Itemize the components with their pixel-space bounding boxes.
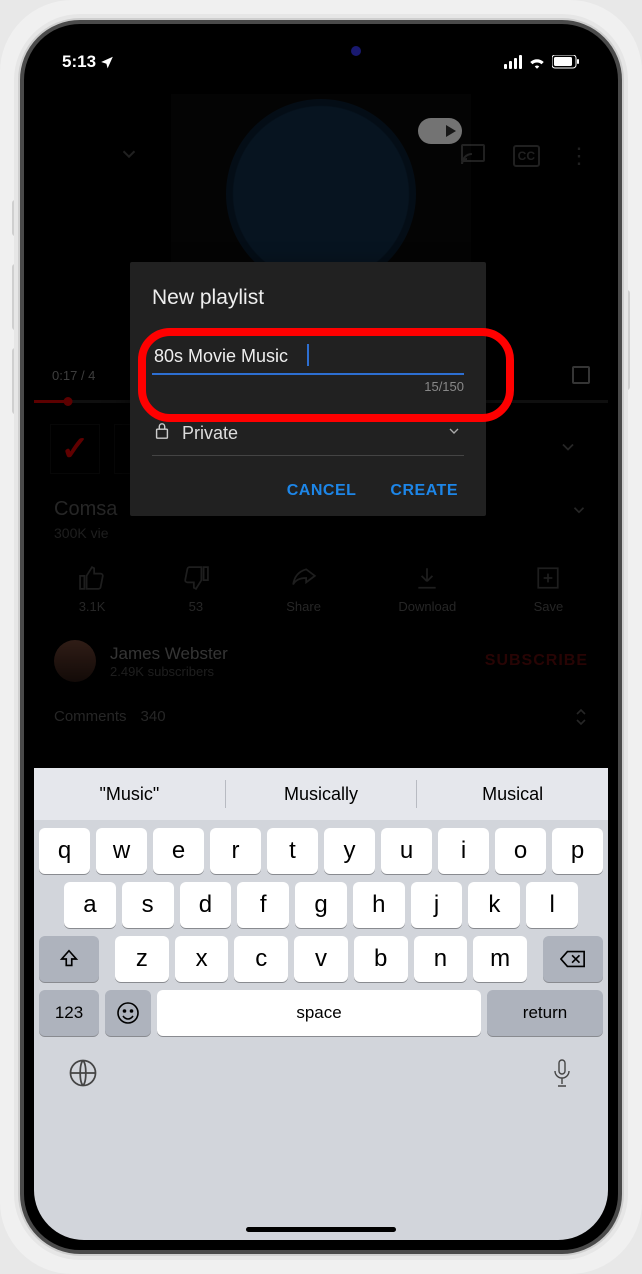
dictation-key[interactable] xyxy=(550,1058,574,1093)
key-k[interactable]: k xyxy=(468,882,520,928)
key-w[interactable]: w xyxy=(96,828,147,874)
key-i[interactable]: i xyxy=(438,828,489,874)
key-g[interactable]: g xyxy=(295,882,347,928)
key-d[interactable]: d xyxy=(180,882,232,928)
key-u[interactable]: u xyxy=(381,828,432,874)
battery-icon xyxy=(552,55,580,69)
key-n[interactable]: n xyxy=(414,936,468,982)
globe-key[interactable] xyxy=(68,1058,98,1093)
suggestion[interactable]: Musical xyxy=(417,784,608,805)
key-s[interactable]: s xyxy=(122,882,174,928)
keyboard: "Music" Musically Musical qwertyuiop asd… xyxy=(34,768,608,1240)
key-h[interactable]: h xyxy=(353,882,405,928)
cell-signal-icon xyxy=(504,55,522,69)
key-v[interactable]: v xyxy=(294,936,348,982)
backspace-key[interactable] xyxy=(543,936,603,982)
privacy-selector[interactable]: Private xyxy=(152,414,464,456)
suggestion[interactable]: Musically xyxy=(226,784,417,805)
numbers-key[interactable]: 123 xyxy=(39,990,99,1036)
key-j[interactable]: j xyxy=(411,882,463,928)
home-indicator[interactable] xyxy=(246,1227,396,1232)
wifi-icon xyxy=(528,55,546,69)
key-f[interactable]: f xyxy=(237,882,289,928)
character-counter: 15/150 xyxy=(152,379,464,394)
key-z[interactable]: z xyxy=(115,936,169,982)
lock-icon xyxy=(154,422,170,445)
dialog-title: New playlist xyxy=(152,286,464,310)
clock: 5:13 xyxy=(62,52,96,72)
key-c[interactable]: c xyxy=(234,936,288,982)
privacy-label: Private xyxy=(182,423,238,444)
return-key[interactable]: return xyxy=(487,990,603,1036)
text-cursor xyxy=(307,344,309,366)
key-e[interactable]: e xyxy=(153,828,204,874)
key-y[interactable]: y xyxy=(324,828,375,874)
shift-key[interactable] xyxy=(39,936,99,982)
key-a[interactable]: a xyxy=(64,882,116,928)
chevron-down-icon xyxy=(446,423,462,444)
space-key[interactable]: space xyxy=(157,990,481,1036)
key-m[interactable]: m xyxy=(473,936,527,982)
key-t[interactable]: t xyxy=(267,828,318,874)
suggestion[interactable]: "Music" xyxy=(34,784,225,805)
cancel-button[interactable]: CANCEL xyxy=(287,482,357,500)
key-x[interactable]: x xyxy=(175,936,229,982)
emoji-key[interactable] xyxy=(105,990,151,1036)
suggestion-bar: "Music" Musically Musical xyxy=(34,768,608,820)
key-l[interactable]: l xyxy=(526,882,578,928)
location-icon xyxy=(100,55,114,69)
key-r[interactable]: r xyxy=(210,828,261,874)
new-playlist-dialog: New playlist 15/150 Private CANCEL xyxy=(130,262,486,516)
key-o[interactable]: o xyxy=(495,828,546,874)
create-button[interactable]: CREATE xyxy=(390,482,458,500)
key-q[interactable]: q xyxy=(39,828,90,874)
key-b[interactable]: b xyxy=(354,936,408,982)
key-p[interactable]: p xyxy=(552,828,603,874)
